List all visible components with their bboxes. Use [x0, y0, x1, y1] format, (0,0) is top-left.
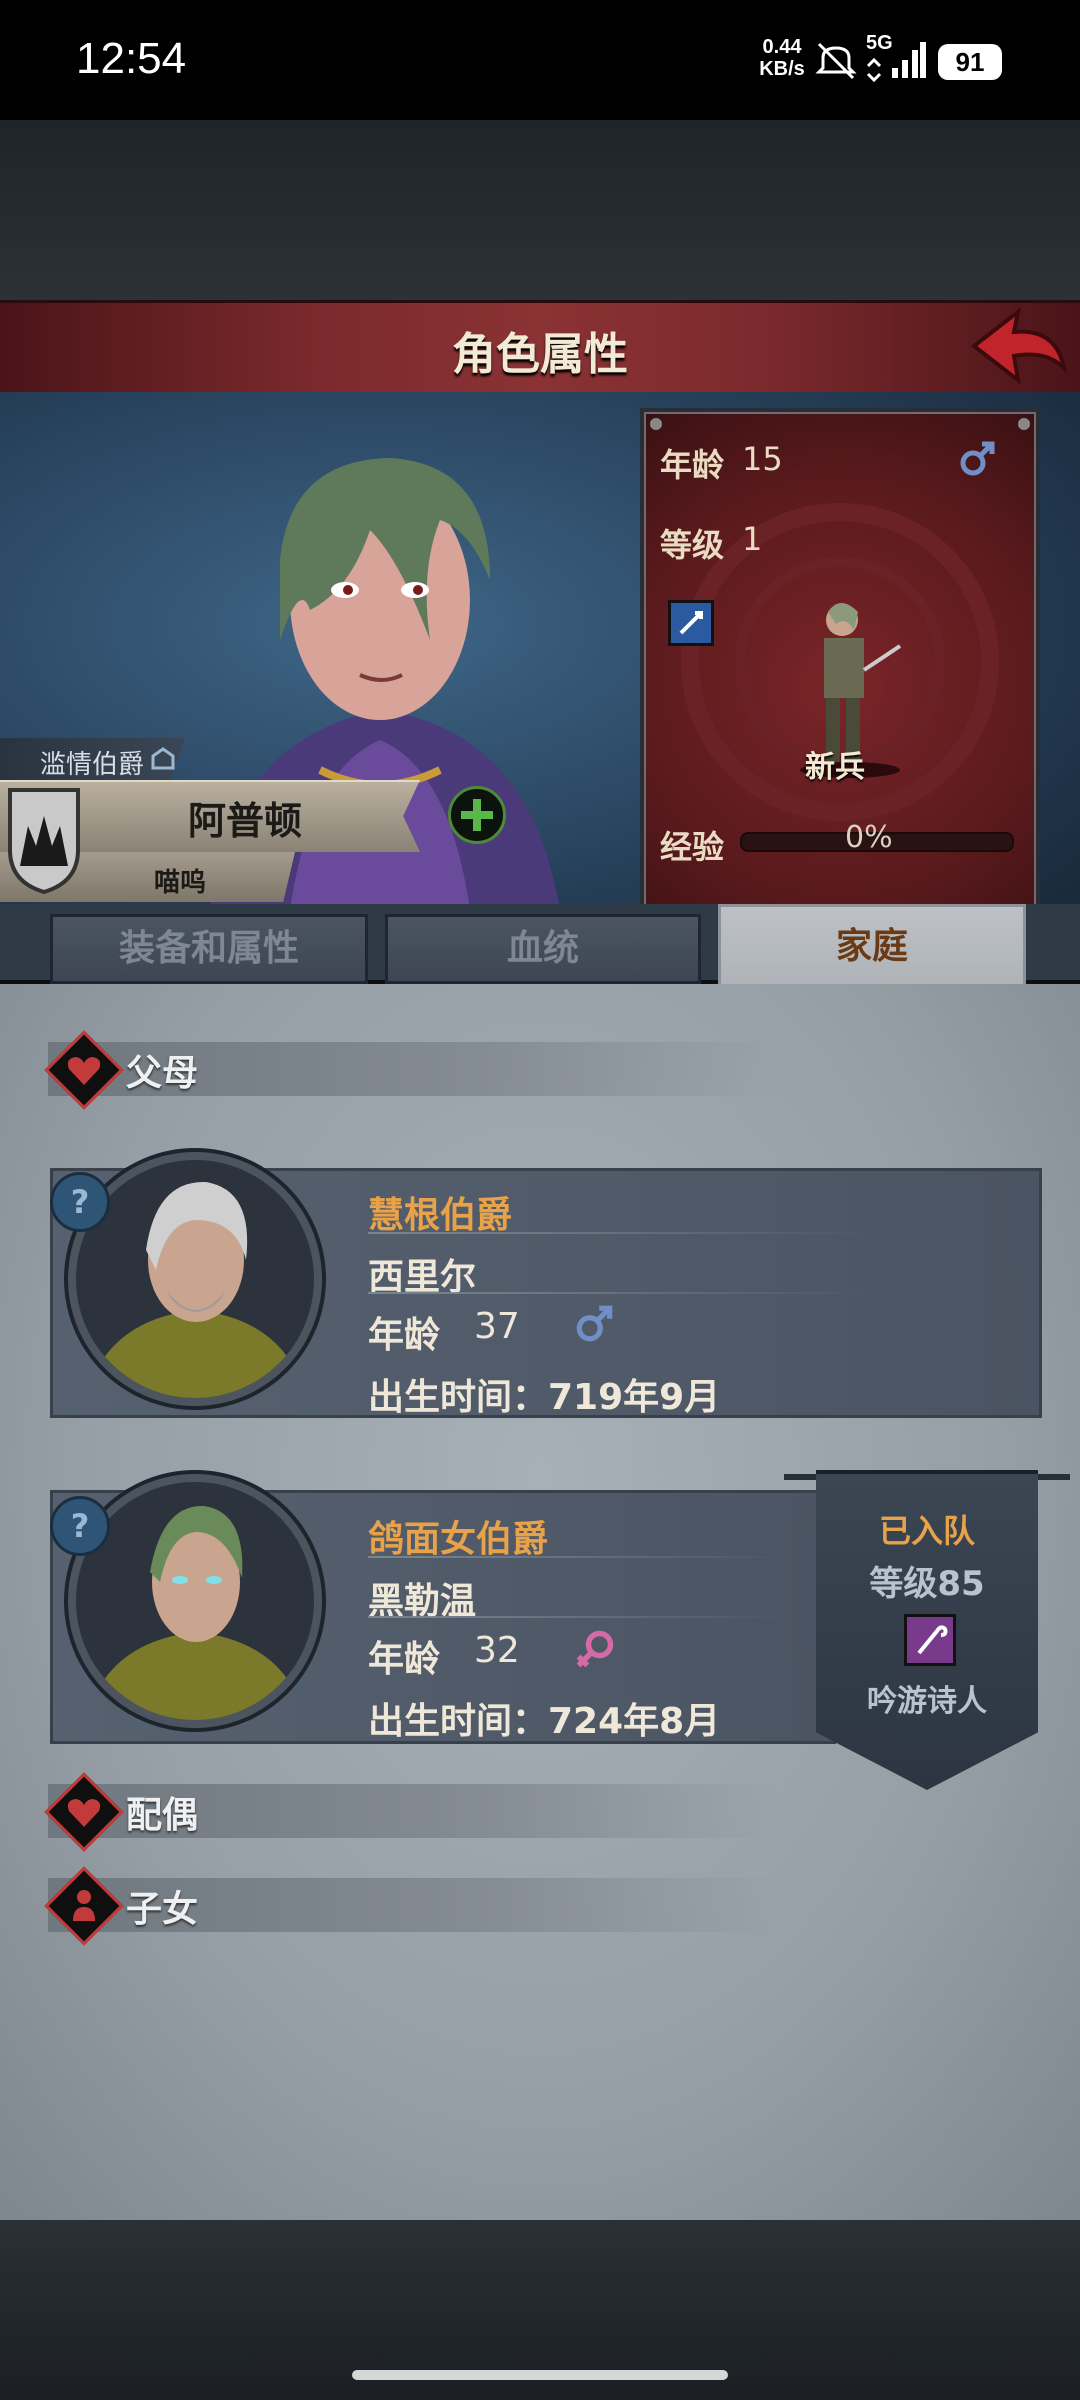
hero-exp-value: 0% — [845, 820, 893, 855]
hero-class-name: 新兵 — [805, 750, 865, 785]
battery-indicator: 91 — [938, 44, 1002, 80]
hero-age-label: 年龄 — [660, 446, 725, 484]
back-button[interactable] — [968, 306, 1068, 388]
staff-class-icon — [904, 1614, 956, 1666]
mother-age-label: 年龄 — [368, 1639, 441, 1680]
hero-level-label: 等级 — [660, 526, 725, 564]
female-icon — [576, 1630, 614, 1668]
hero-exp-label: 经验 — [660, 828, 725, 866]
hero-level-value: 1 — [742, 520, 763, 558]
status-time: 12:54 — [76, 34, 187, 83]
tab-equipment-attributes[interactable]: 装备和属性 — [50, 914, 368, 984]
mother-avatar — [86, 1505, 306, 1720]
mute-icon — [815, 42, 857, 80]
add-button[interactable] — [448, 786, 506, 844]
mother-title: 鸽面女伯爵 — [368, 1519, 549, 1560]
hero-rank: 滥情伯爵 — [40, 750, 145, 780]
divider — [368, 1292, 868, 1294]
plus-icon — [461, 799, 493, 831]
page-title: 角色属性 — [452, 329, 628, 380]
party-status-label: 已入队 — [878, 1512, 975, 1550]
sword-icon — [679, 611, 703, 635]
children-section-title: 子女 — [126, 1889, 199, 1930]
father-unknown-badge[interactable]: ? — [50, 1172, 110, 1232]
rank-crown-icon — [151, 747, 175, 770]
divider — [368, 1232, 868, 1234]
mother-birth-date: 出生时间：724年8月 — [368, 1701, 721, 1742]
tab-bloodline[interactable]: 血统 — [385, 914, 701, 984]
network-speed-value: 0.44 — [762, 36, 802, 58]
male-icon — [576, 1305, 613, 1342]
parents-section-title: 父母 — [126, 1053, 199, 1094]
hero-alias: 喵呜 — [153, 868, 206, 898]
party-level: 等级85 — [869, 1564, 985, 1604]
spouse-section-title: 配偶 — [126, 1795, 199, 1836]
party-class-name: 吟游诗人 — [867, 1684, 987, 1719]
sword-class-icon[interactable] — [668, 600, 714, 646]
male-icon — [960, 441, 995, 476]
mother-age-value: 32 — [474, 1630, 520, 1671]
top-band — [0, 120, 1080, 300]
father-birth-date: 出生时间：719年9月 — [368, 1377, 721, 1418]
home-indicator[interactable] — [352, 2370, 728, 2380]
network-speed: 0.44 KB/s — [752, 36, 812, 80]
hero-name[interactable]: 阿普顿 — [90, 790, 400, 845]
divider — [368, 1616, 788, 1618]
network-speed-unit: KB/s — [759, 58, 805, 80]
divider — [368, 1556, 788, 1558]
family-crest-icon[interactable] — [6, 786, 82, 896]
mother-unknown-badge[interactable]: ? — [50, 1496, 110, 1556]
father-age-label: 年龄 — [368, 1315, 441, 1356]
father-avatar — [86, 1181, 306, 1398]
father-age-value: 37 — [474, 1306, 520, 1347]
hero-age-value: 15 — [742, 440, 783, 478]
signal-icon — [866, 42, 926, 83]
father-title: 慧根伯爵 — [368, 1195, 513, 1236]
staff-icon — [917, 1625, 948, 1655]
tab-family[interactable]: 家庭 — [718, 904, 1026, 990]
